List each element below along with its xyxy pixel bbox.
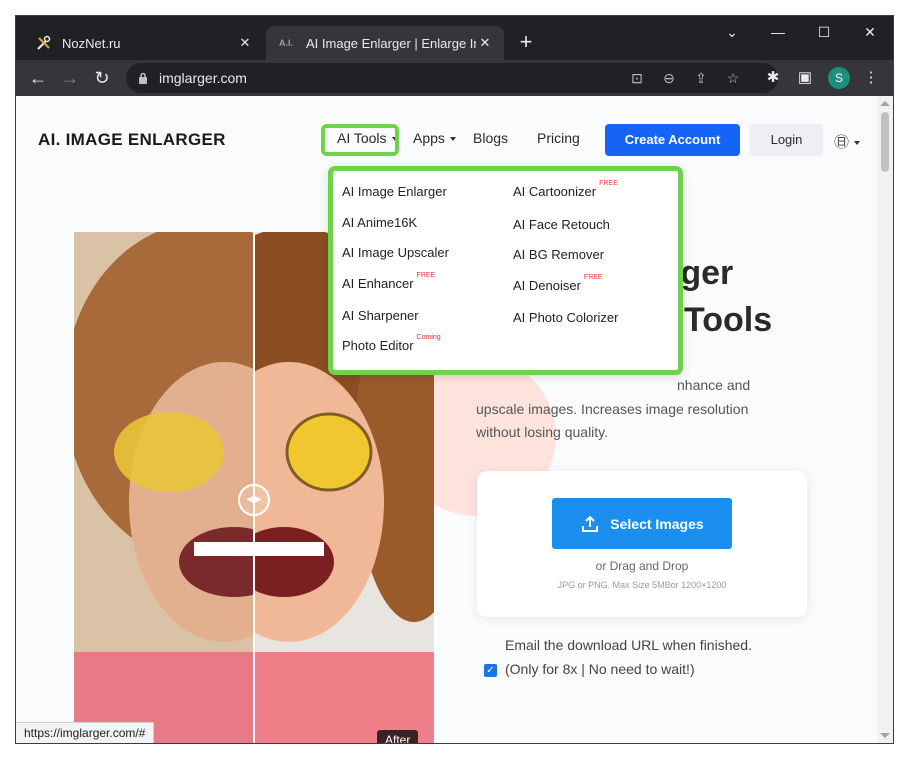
page-viewport: AI. IMAGE ENLARGER AI Tools Apps Blogs P… <box>16 96 893 743</box>
new-tab-icon[interactable]: + <box>514 30 538 54</box>
zoom-icon[interactable]: ⊖ <box>660 69 678 87</box>
dropdown-item-ai-sharpener[interactable]: AI Sharpener <box>342 308 419 323</box>
scroll-down-icon[interactable] <box>880 733 890 738</box>
dropdown-item-label: Photo Editor <box>342 338 414 353</box>
dropdown-item-label: AI Enhancer <box>342 276 414 291</box>
scroll-up-icon[interactable] <box>880 101 890 106</box>
profile-avatar[interactable]: S <box>828 67 850 89</box>
dropdown-item-label: AI Sharpener <box>342 308 419 323</box>
minimize-icon[interactable]: — <box>755 16 801 48</box>
upload-panel[interactable]: Select Images or Drag and Drop JPG or PN… <box>477 471 807 617</box>
coming-badge: Coming <box>416 334 441 341</box>
back-icon[interactable]: ← <box>24 64 52 92</box>
email-checkbox[interactable]: ✓ <box>484 664 497 677</box>
share-icon[interactable]: ⇪ <box>692 69 710 87</box>
star-icon[interactable]: ☆ <box>724 69 742 87</box>
dropdown-item-label: AI Cartoonizer <box>513 184 597 199</box>
dropdown-item-ai-face-retouch[interactable]: AI Face Retouch <box>513 217 610 232</box>
dropdown-item-label: AI BG Remover <box>513 247 605 262</box>
dropdown-item-label: AI Image Enlarger <box>342 184 447 199</box>
upload-icon <box>580 514 600 534</box>
dropdown-item-ai-bg-remover[interactable]: AI BG Remover <box>513 247 604 262</box>
tab-title: AI Image Enlarger | Enlarge Imag <box>306 35 476 51</box>
ai-logo-icon: A.I. <box>278 38 293 48</box>
dropdown-item-ai-anime16k[interactable]: AI Anime16K <box>342 215 417 230</box>
nav-pricing[interactable]: Pricing <box>537 130 580 146</box>
hero-desc-line3: without losing quality. <box>476 424 609 440</box>
dropdown-item-ai-cartoonizer[interactable]: AI CartoonizerFREE <box>513 180 618 199</box>
select-images-label: Select Images <box>610 515 704 532</box>
reload-icon[interactable]: ↻ <box>88 64 116 92</box>
dropdown-item-photo-editor[interactable]: Photo EditorComing <box>342 334 441 353</box>
nav-blogs[interactable]: Blogs <box>473 130 508 146</box>
dropdown-item-ai-image-upscaler[interactable]: AI Image Upscaler <box>342 245 449 260</box>
select-images-button[interactable]: Select Images <box>552 498 732 549</box>
dropdown-item-label: AI Photo Colorizer <box>513 310 619 325</box>
after-label: After <box>377 730 419 743</box>
browser-window: NozNet.ru ✕ A.I. AI Image Enlarger | Enl… <box>16 16 893 743</box>
lock-icon <box>138 71 148 84</box>
translate-icon[interactable]: ⊡ <box>628 69 646 87</box>
language-icon[interactable]: ㊐ <box>834 131 861 152</box>
dropdown-item-ai-image-enlarger[interactable]: AI Image Enlarger <box>342 184 447 199</box>
ai-tools-highlight <box>321 124 399 156</box>
checkbox-label: (Only for 8x | No need to wait!) <box>505 661 695 677</box>
scroll-thumb[interactable] <box>881 112 889 172</box>
side-panel-icon[interactable]: ▣ <box>795 68 815 88</box>
dropdown-item-label: AI Anime16K <box>342 215 418 230</box>
dropdown-item-label: AI Denoiser <box>513 278 581 293</box>
close-tab-icon[interactable]: ✕ <box>476 35 494 51</box>
hero-desc-line2: upscale images. Increases image resoluti… <box>476 401 749 417</box>
tab-imglarger[interactable]: A.I. AI Image Enlarger | Enlarge Imag ✕ <box>266 26 504 60</box>
page-scrollbar[interactable] <box>877 96 893 743</box>
hero-title-line2: Tools <box>684 301 773 339</box>
tab-strip: NozNet.ru ✕ A.I. AI Image Enlarger | Enl… <box>16 16 893 60</box>
file-info-text: JPG or PNG. Max Size 5MBor 1200×1200 <box>557 580 727 590</box>
url-text: imglarger.com <box>159 70 247 86</box>
status-bar-url: https://imglarger.com/# <box>16 722 155 743</box>
forward-icon[interactable]: → <box>56 64 84 92</box>
dropdown-item-label: AI Image Upscaler <box>342 245 449 260</box>
dropdown-item-ai-enhancer[interactable]: AI EnhancerFREE <box>342 272 435 291</box>
chevron-down-icon[interactable]: ⌄ <box>709 16 755 48</box>
free-badge: FREE <box>583 274 603 281</box>
browser-toolbar: ← → ↻ imglarger.com ⊡ ⊖ ⇪ ☆ ✱ ▣ S ⋮ <box>16 60 893 96</box>
create-account-button[interactable]: Create Account <box>605 124 740 156</box>
close-tab-icon[interactable]: ✕ <box>236 35 254 51</box>
dropdown-item-ai-denoiser[interactable]: AI DenoiserFREE <box>513 274 603 293</box>
close-window-icon[interactable]: ✕ <box>847 16 893 48</box>
chevron-down-icon <box>449 137 456 142</box>
email-note: Email the download URL when finished. <box>505 637 752 653</box>
login-button[interactable]: Login <box>750 124 823 156</box>
hero-desc-line1: nhance and <box>677 377 751 393</box>
tab-title: NozNet.ru <box>62 35 121 51</box>
dropdown-item-ai-photo-colorizer[interactable]: AI Photo Colorizer <box>513 310 619 325</box>
drag-drop-text: or Drag and Drop <box>595 559 689 573</box>
address-bar[interactable]: imglarger.com ⊡ ⊖ ⇪ ☆ <box>126 63 778 93</box>
free-badge: FREE <box>416 272 436 279</box>
compare-slider-handle[interactable]: ◀▶ <box>238 484 270 516</box>
nav-apps-label: Apps <box>413 130 445 146</box>
before-image <box>74 232 344 743</box>
tools-icon <box>36 35 52 51</box>
site-logo[interactable]: AI. IMAGE ENLARGER <box>38 130 226 150</box>
ai-tools-dropdown: AI Image Enlarger AI Anime16K AI Image U… <box>328 166 683 375</box>
free-badge: FREE <box>599 180 618 187</box>
nav-apps[interactable]: Apps <box>413 130 456 146</box>
extensions-icon[interactable]: ✱ <box>763 68 783 88</box>
tab-noznet[interactable]: NozNet.ru ✕ <box>26 26 264 60</box>
menu-icon[interactable]: ⋮ <box>861 68 881 88</box>
dropdown-item-label: AI Face Retouch <box>513 217 610 232</box>
maximize-icon[interactable]: ☐ <box>801 16 847 48</box>
